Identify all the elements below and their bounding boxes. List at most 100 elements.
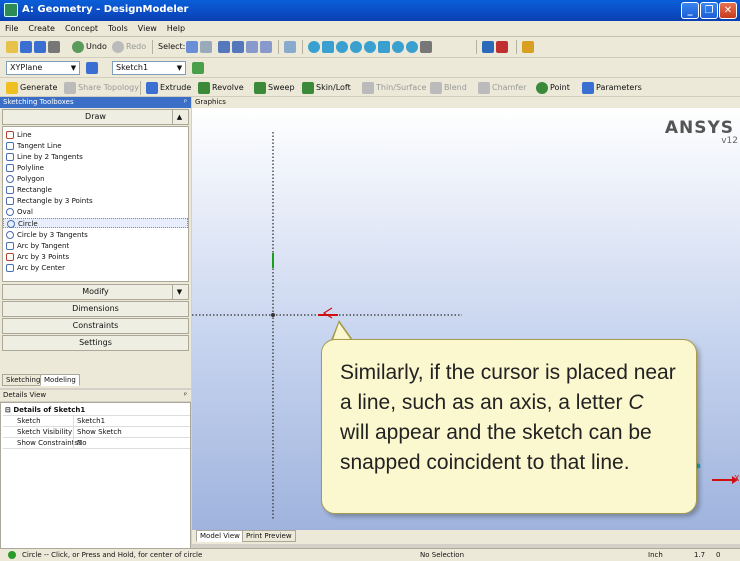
blend-button[interactable]: Blend: [430, 81, 467, 95]
cursor-x: 1.7: [694, 551, 706, 559]
modify-section-header[interactable]: Modify ▼: [2, 284, 189, 300]
new-plane-icon[interactable]: [86, 61, 98, 74]
body-filter-icon[interactable]: [260, 40, 272, 53]
thin-surface-button[interactable]: Thin/Surface: [362, 81, 426, 95]
zoom-out-icon[interactable]: [364, 40, 376, 53]
export-icon[interactable]: [48, 40, 60, 53]
revolve-button[interactable]: Revolve: [198, 81, 244, 95]
menu-concept[interactable]: Concept: [60, 21, 103, 33]
zoom-fit-icon[interactable]: [392, 40, 404, 53]
tab-modeling[interactable]: Modeling: [40, 374, 80, 386]
new-sketch-icon[interactable]: [192, 61, 204, 74]
menu-create[interactable]: Create: [23, 21, 60, 33]
collapse-icon[interactable]: ⊟: [5, 406, 11, 414]
named-selection-icon[interactable]: [522, 40, 534, 53]
chevron-up-icon[interactable]: ▲: [172, 110, 186, 124]
draw-item-rectangle-by-3-points[interactable]: Rectangle by 3 Points: [6, 196, 93, 206]
draw-item-circle-by-3-tangents[interactable]: Circle by 3 Tangents: [6, 230, 88, 240]
plane-select[interactable]: XYPlane ▼: [6, 61, 80, 75]
settings-section-header[interactable]: Settings: [2, 335, 189, 351]
face-filter-icon[interactable]: [246, 40, 258, 53]
draw-item-arc-by-center[interactable]: Arc by Center: [6, 263, 65, 273]
draw-section-header[interactable]: Draw ▲: [2, 109, 189, 125]
skinloft-button[interactable]: Skin/Loft: [302, 81, 351, 95]
skinloft-icon: [302, 81, 314, 94]
parameters-button[interactable]: Parameters: [582, 81, 642, 95]
draw-item-oval[interactable]: Oval: [6, 207, 33, 217]
cursor-y: 0: [716, 551, 721, 559]
draw-item-polyline[interactable]: Polyline: [6, 163, 44, 173]
point-icon: [536, 81, 548, 94]
selection-filter-icon[interactable]: [284, 40, 296, 53]
draw-item-arc-by-3-points[interactable]: Arc by 3 Points: [6, 252, 69, 262]
details-row-constraints[interactable]: Show Constraints? No: [3, 438, 190, 449]
extend-select-icon[interactable]: [200, 40, 212, 53]
close-button[interactable]: ✕: [719, 2, 737, 19]
sketch-select[interactable]: Sketch1 ▼: [112, 61, 186, 75]
iso-view-icon[interactable]: [420, 40, 432, 53]
rectangle-3-points-icon: [6, 197, 14, 205]
parameters-icon: [582, 81, 594, 94]
blend-icon: [430, 81, 442, 94]
save-icon[interactable]: [20, 40, 32, 53]
generate-button[interactable]: Generate: [6, 81, 57, 95]
edge-filter-icon[interactable]: [232, 40, 244, 53]
new-icon[interactable]: [6, 40, 18, 53]
oval-icon: [6, 208, 14, 216]
details-row-sketch[interactable]: Sketch Sketch1: [3, 416, 190, 427]
select-mode-icon[interactable]: [186, 40, 198, 53]
extrude-button[interactable]: Extrude: [146, 81, 191, 95]
draw-item-arc-by-tangent[interactable]: Arc by Tangent: [6, 241, 69, 251]
details-row-visibility[interactable]: Sketch Visibility Show Sketch: [3, 427, 190, 438]
draw-item-polygon[interactable]: Polygon: [6, 174, 45, 184]
constraints-section-header[interactable]: Constraints: [2, 318, 189, 334]
draw-item-circle[interactable]: Circle: [3, 218, 188, 228]
draw-item-rectangle[interactable]: Rectangle: [6, 185, 52, 195]
tab-model-view[interactable]: Model View: [196, 530, 244, 542]
sweep-button[interactable]: Sweep: [254, 81, 295, 95]
magnifier-icon[interactable]: [406, 40, 418, 53]
draw-item-line-by-2-tangents[interactable]: Line by 2 Tangents: [6, 152, 83, 162]
normal-view-icon[interactable]: [482, 40, 494, 53]
display-model-icon[interactable]: [496, 40, 508, 53]
point-button[interactable]: Point: [536, 81, 570, 95]
dimensions-section-header[interactable]: Dimensions: [2, 301, 189, 317]
box-zoom-icon[interactable]: [378, 40, 390, 53]
plane-toolbar: XYPlane ▼ Sketch1 ▼: [0, 58, 740, 78]
tangent-line-icon: [6, 142, 14, 150]
draw-item-tangent-line[interactable]: Tangent Line: [6, 141, 62, 151]
share-topology-button[interactable]: Share Topology: [64, 81, 139, 95]
pin-icon[interactable]: ᵖ: [184, 390, 187, 401]
minimize-button[interactable]: _: [681, 2, 699, 19]
draw-item-line[interactable]: Line: [6, 130, 32, 140]
chamfer-button[interactable]: Chamfer: [478, 81, 526, 95]
maximize-button[interactable]: ❐: [700, 2, 718, 19]
menu-help[interactable]: Help: [162, 21, 190, 33]
menu-tools[interactable]: Tools: [103, 21, 133, 33]
chevron-down-icon[interactable]: ▼: [172, 285, 186, 299]
toolbox-header: Sketching Toolboxes ᵖ: [0, 97, 191, 108]
rotate-icon[interactable]: [308, 40, 320, 53]
pin-icon[interactable]: ᵖ: [184, 97, 187, 108]
arc-tangent-icon: [6, 242, 14, 250]
pan-icon[interactable]: [322, 40, 334, 53]
undo-icon: [72, 40, 84, 53]
app-icon: [4, 3, 18, 17]
zoom-icon[interactable]: [336, 40, 348, 53]
status-message: Circle -- Click, or Press and Hold, for …: [22, 551, 203, 559]
chevron-down-icon: ▼: [70, 64, 77, 72]
details-header: Details View ᵖ: [0, 390, 191, 401]
undo-button[interactable]: Undo: [72, 40, 107, 54]
details-group-header[interactable]: ⊟ Details of Sketch1: [3, 405, 190, 416]
redo-button[interactable]: Redo: [112, 40, 146, 54]
save-as-icon[interactable]: [34, 40, 46, 53]
extrude-icon: [146, 81, 158, 94]
circle-3-tangents-icon: [6, 231, 14, 239]
menu-view[interactable]: View: [133, 21, 162, 33]
point-filter-icon[interactable]: [218, 40, 230, 53]
tab-sketching[interactable]: Sketching: [2, 374, 45, 386]
tab-print-preview[interactable]: Print Preview: [242, 530, 296, 542]
menu-file[interactable]: File: [0, 21, 23, 33]
units-status: Inch: [648, 551, 663, 559]
zoom-in-icon[interactable]: [350, 40, 362, 53]
